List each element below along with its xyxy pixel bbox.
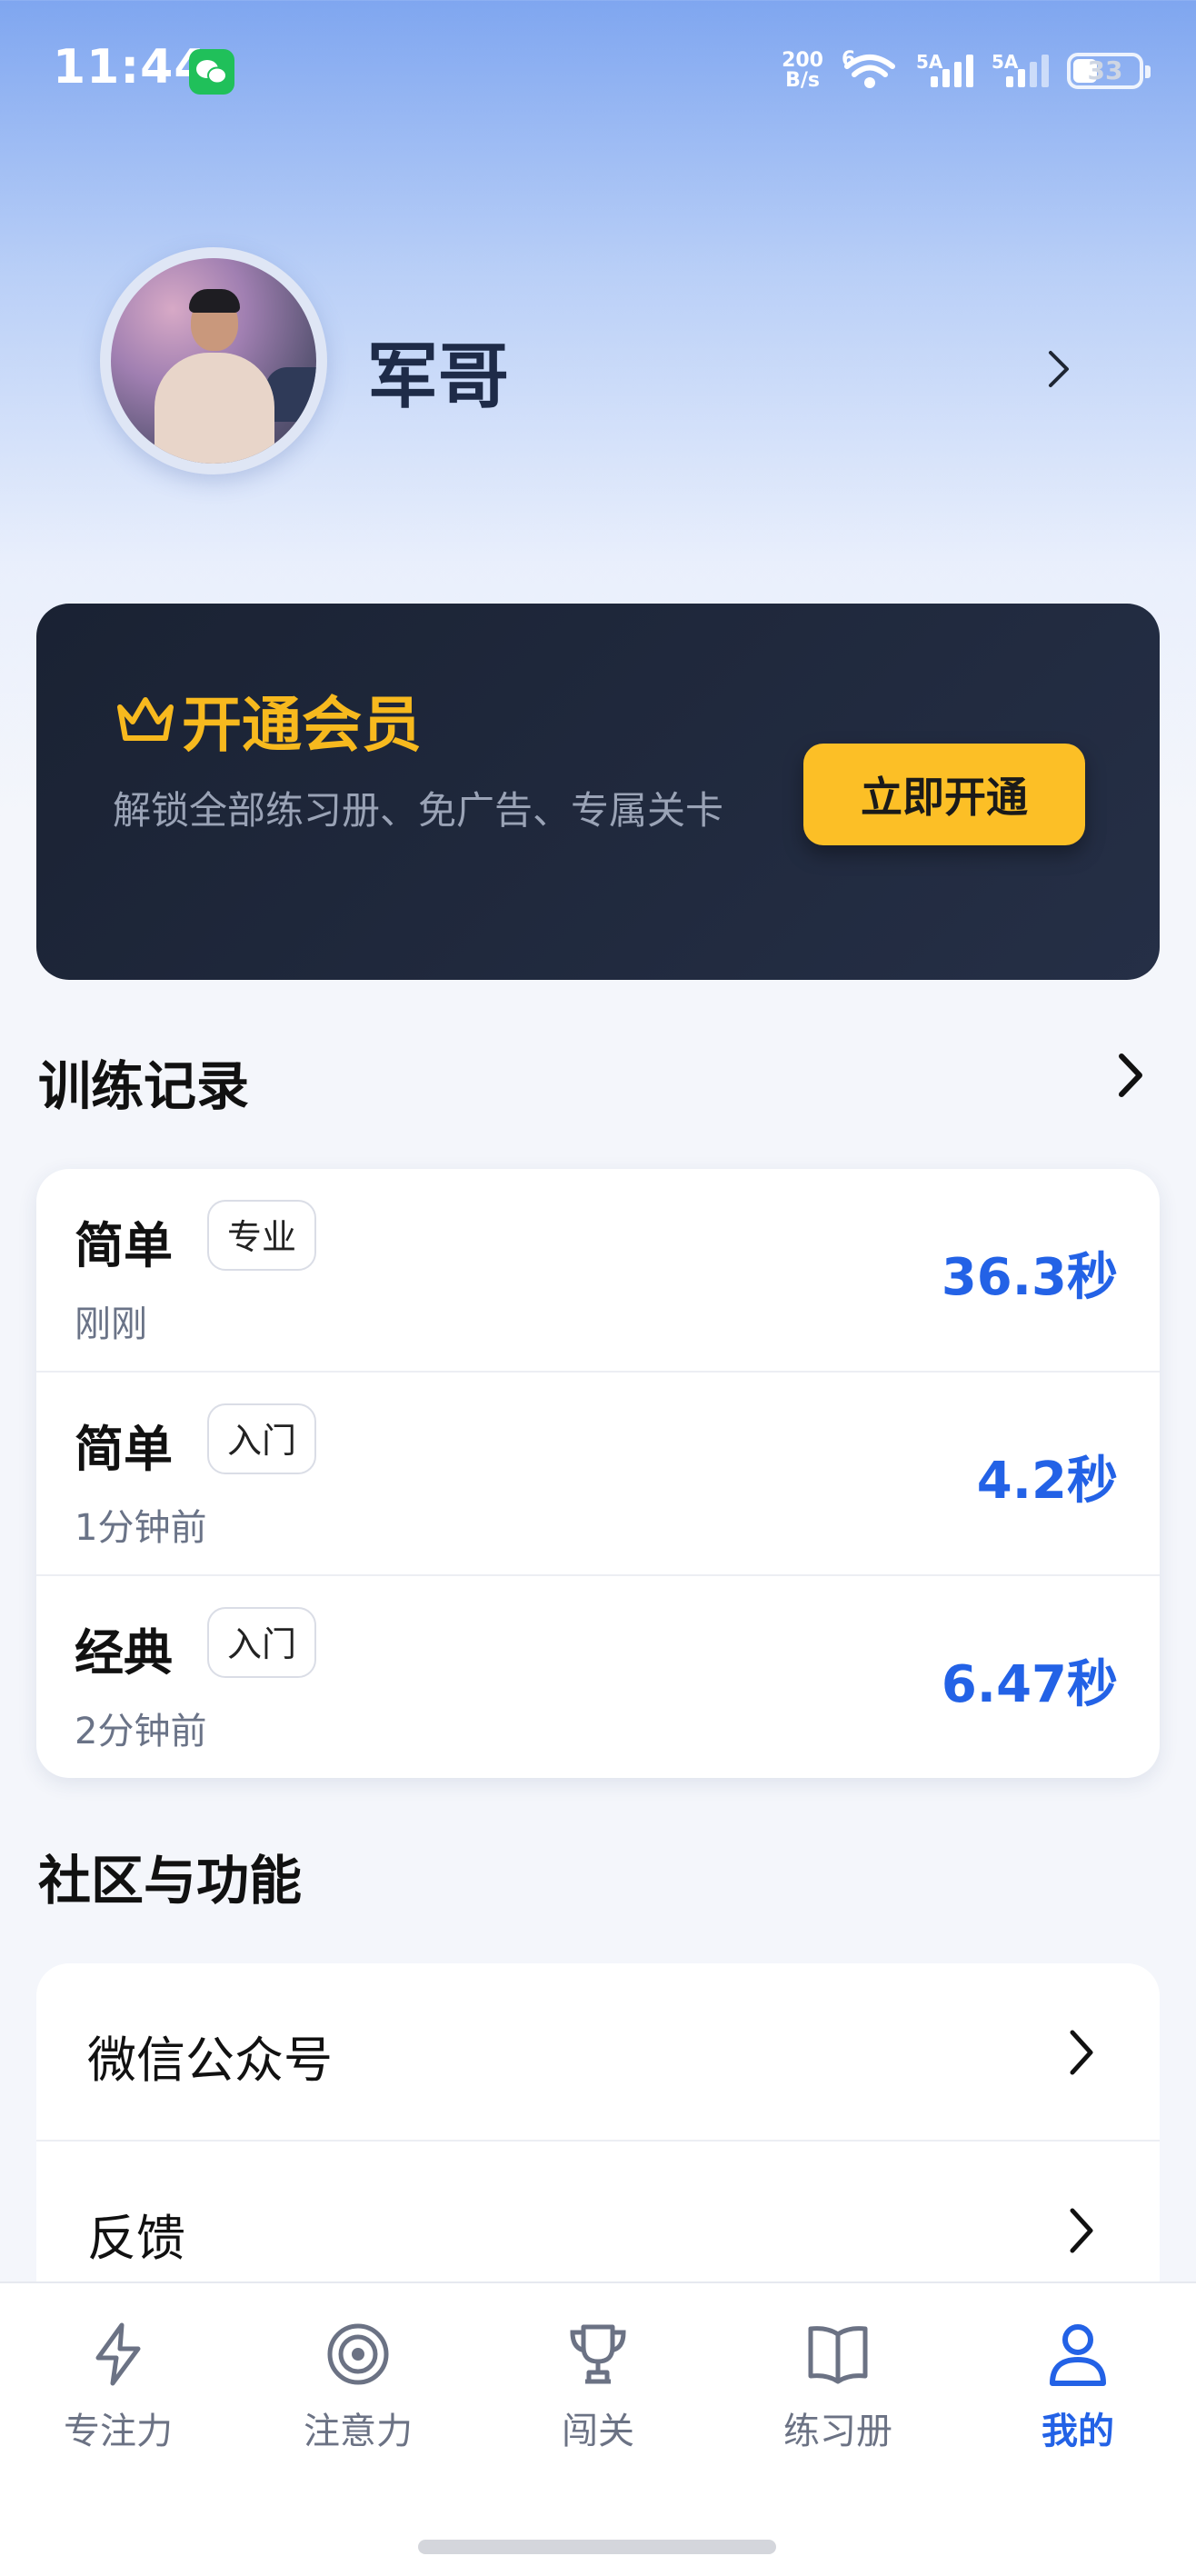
chevron-right-icon: [1070, 2208, 1093, 2253]
menu-item-label: 微信公众号: [87, 2032, 333, 2089]
battery-icon: 33: [1067, 53, 1151, 89]
lightning-icon: [95, 2322, 141, 2386]
record-level-tag: 入门: [207, 1403, 317, 1474]
tab-workbook[interactable]: 练习册: [738, 2320, 938, 2456]
profile-name[interactable]: 军哥: [367, 320, 509, 422]
membership-title-text: 开通会员: [182, 690, 422, 760]
record-row[interactable]: 简单 专业 刚刚 36.3秒: [36, 1169, 1160, 1373]
bottom-navigation: 专注力 注意力 闯关 练习册 我的: [0, 2281, 1196, 2576]
chevron-right-icon[interactable]: [1043, 347, 1072, 391]
target-icon: [327, 2323, 389, 2385]
wechat-official-account-item[interactable]: 微信公众号: [36, 1963, 1160, 2142]
network-speed-unit: B/s: [785, 69, 820, 92]
membership-title: 开通会员: [115, 676, 422, 764]
signal-strength-2-icon: 5A: [992, 51, 1049, 87]
tab-label: 专注力: [64, 2411, 173, 2452]
book-icon: [808, 2326, 868, 2384]
record-time: 刚刚: [75, 1303, 147, 1345]
record-score: 6.47秒: [941, 1655, 1118, 1714]
record-row[interactable]: 经典 入门 2分钟前 6.47秒: [36, 1576, 1160, 1778]
chevron-right-icon[interactable]: [1114, 1051, 1147, 1100]
tab-challenge[interactable]: 闯关: [498, 2320, 698, 2456]
record-difficulty: 简单: [75, 1421, 173, 1478]
record-time: 2分钟前: [75, 1711, 207, 1752]
record-row[interactable]: 简单 入门 1分钟前 4.2秒: [36, 1373, 1160, 1576]
tab-me[interactable]: 我的: [978, 2320, 1178, 2456]
community-section-title: 社区与功能: [38, 1850, 303, 1912]
records-section-title: 训练记录: [38, 1055, 250, 1117]
chevron-right-icon: [1070, 2030, 1093, 2075]
record-score: 36.3秒: [941, 1248, 1118, 1307]
record-difficulty: 经典: [75, 1624, 173, 1682]
record-score: 4.2秒: [976, 1452, 1118, 1511]
battery-level: 33: [1087, 55, 1123, 85]
menu-item-label: 反馈: [87, 2210, 185, 2267]
network-speed-value: 200: [782, 49, 823, 72]
record-time: 1分钟前: [75, 1507, 207, 1549]
user-icon: [1050, 2324, 1106, 2386]
wifi-label: 6: [842, 48, 856, 71]
signal-strength-1-icon: 5A: [916, 51, 973, 87]
home-indicator[interactable]: [418, 2540, 776, 2554]
record-level-tag: 入门: [207, 1607, 317, 1678]
status-time: 11:44: [53, 40, 208, 95]
network-speed: 200 B/s: [782, 51, 823, 91]
record-difficulty: 简单: [75, 1217, 173, 1274]
crown-icon: [117, 697, 174, 741]
signal-1-label: 5A: [916, 51, 943, 73]
tab-label: 练习册: [783, 2411, 892, 2452]
trophy-icon: [570, 2324, 626, 2384]
wechat-notification-icon: [189, 49, 234, 95]
membership-description: 解锁全部练习册、免广告、专属关卡: [113, 788, 724, 833]
status-indicators: 200 B/s 6 5A 5A 33: [782, 45, 1151, 96]
avatar[interactable]: [100, 247, 327, 474]
signal-2-label: 5A: [992, 51, 1019, 73]
tab-label: 注意力: [304, 2411, 413, 2452]
tab-label: 我的: [1042, 2411, 1114, 2452]
tab-focus[interactable]: 专注力: [18, 2320, 218, 2456]
record-level-tag: 专业: [207, 1200, 317, 1271]
wifi-icon: 6: [842, 48, 898, 92]
tab-label: 闯关: [562, 2411, 634, 2452]
records-card: 简单 专业 刚刚 36.3秒 简单 入门 1分钟前 4.2秒 经典 入门 2分钟…: [36, 1169, 1160, 1778]
activate-membership-button[interactable]: 立即开通: [803, 744, 1085, 845]
tab-attention[interactable]: 注意力: [258, 2320, 458, 2456]
